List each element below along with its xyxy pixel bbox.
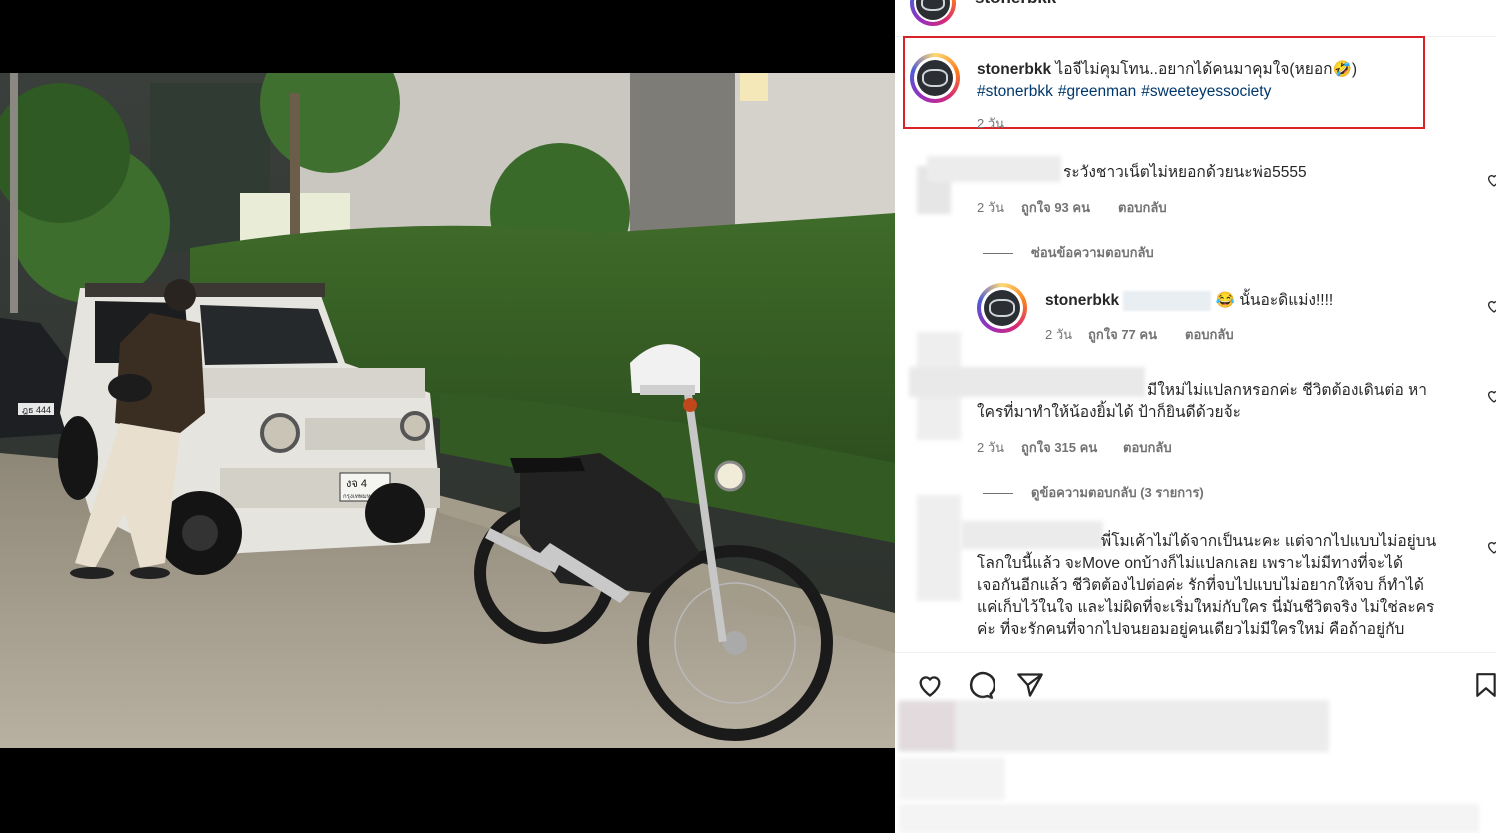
comment3-text: มีใหม่ไม่แปลกหรอกค่ะ ชีวิตต้องเดินต่อ หา… — [977, 380, 1457, 424]
comment3-time: 2 วัน — [977, 440, 1005, 455]
comment4-line1: พี่โมเค้าไม่ได้จากเป็นนะคะ แต่จากไปแบบไม… — [1101, 533, 1437, 550]
likes-avatar-blurred — [899, 702, 955, 750]
post-photo[interactable]: ฎธ 444 งจ 4 กรุงเทพมหานคร — [0, 73, 895, 748]
bookmark-icon[interactable] — [1473, 671, 1496, 699]
comment3-heart-icon[interactable] — [1486, 388, 1496, 404]
share-icon[interactable] — [1015, 671, 1045, 699]
reply-heart-icon[interactable] — [1486, 298, 1496, 314]
hashtag-sweeteyessociety[interactable]: #sweeteyessociety — [1141, 83, 1271, 100]
reply-avatar[interactable] — [977, 283, 1027, 333]
caption: stonerbkk ไอจีไม่คุมโทน..อยากได้คนมาคุมใ… — [977, 59, 1417, 103]
caption-username[interactable]: stonerbkk — [977, 61, 1051, 78]
add-comment-blurred — [899, 758, 1005, 800]
comment-icon[interactable] — [965, 671, 995, 701]
reply-text: 😂 นั้นอะดิแม่ง!!!! — [1215, 292, 1334, 309]
comment3-line1: มีใหม่ไม่แปลกหรอกค่ะ ชีวิตต้องเดินต่อ หา — [1147, 382, 1427, 399]
footer-blurred — [899, 804, 1479, 833]
comment4-line5: ค่ะ ที่จะรักคนที่จากไปจนยอมอยู่คนเดียวไม… — [977, 621, 1405, 638]
comment1-reply[interactable]: ตอบกลับ — [1118, 197, 1167, 218]
comment4-line3: เจอกันอีกแล้ว ชีวิตต้องไปต่อค่ะ รักที่จบ… — [977, 577, 1424, 594]
comment3-likes[interactable]: ถูกใจ 315 คน — [1021, 437, 1097, 458]
comment1-username-blurred — [927, 156, 1061, 182]
post-photo-pane: ฎธ 444 งจ 4 กรุงเทพมหานคร — [0, 0, 895, 833]
reply-likes[interactable]: ถูกใจ 77 คน — [1088, 324, 1157, 345]
caption-avatar[interactable] — [910, 53, 960, 103]
header-username[interactable]: stonerbkk — [975, 0, 1056, 8]
caption-time: 2 วัน — [977, 116, 1005, 131]
left-car-plate: ฎธ 444 — [22, 405, 51, 415]
action-bar-divider — [895, 652, 1496, 653]
hashtag-stonerbkk[interactable]: #stonerbkk — [977, 83, 1053, 100]
likes-summary-blurred — [899, 700, 1329, 752]
reply-reply[interactable]: ตอบกลับ — [1185, 324, 1234, 345]
comment1-text: ระวังชาวเน็ตไม่หยอกด้วยนะพ่อ5555 — [1063, 164, 1307, 181]
comment4-line2: โลกใบนี้แล้ว จะMove onบ้างก็ไม่แปลกเลย เ… — [977, 555, 1404, 572]
reply-time: 2 วัน — [1045, 327, 1073, 342]
comment3-view-replies[interactable]: ดูข้อความตอบกลับ (3 รายการ) — [983, 482, 1204, 503]
comments-panel: stonerbkk stonerbkk ไอจีไม่คุมโทน..อยากไ… — [895, 0, 1496, 833]
caption-hashtags: #stonerbkk #greenman #sweeteyessociety — [977, 83, 1276, 100]
comment4-heart-icon[interactable] — [1486, 539, 1496, 555]
comment1-likes[interactable]: ถูกใจ 93 คน — [1021, 197, 1090, 218]
comment4-avatar-blurred — [917, 495, 961, 601]
comment3-reply[interactable]: ตอบกลับ — [1123, 437, 1172, 458]
comment3-line2: ใครที่มาทำให้น้องยิ้มได้ ป้าก็ยินดีด้วยจ… — [977, 404, 1241, 421]
header-avatar[interactable] — [910, 0, 956, 26]
jeep-plate: งจ 4 — [346, 478, 367, 490]
reply-comment: stonerbkk 😂 นั้นอะดิแม่ง!!!! — [1045, 290, 1333, 312]
comment4-line4: แค่เก็บไว้ในใจ และไม่ผิดที่จะเริ่มใหม่กั… — [977, 599, 1435, 616]
comment1-hide-replies[interactable]: ซ่อนข้อความตอบกลับ — [983, 242, 1154, 263]
hashtag-greenman[interactable]: #greenman — [1058, 83, 1136, 100]
comment1-time: 2 วัน — [977, 200, 1005, 215]
comment4-text: พี่โมเค้าไม่ได้จากเป็นนะคะ แต่จากไปแบบไม… — [977, 531, 1477, 641]
caption-text: ไอจีไม่คุมโทน..อยากได้คนมาคุมใจ(หยอก🤣) — [1055, 61, 1358, 78]
heart-icon[interactable] — [915, 671, 945, 699]
comment1-heart-icon[interactable] — [1486, 172, 1496, 188]
reply-username[interactable]: stonerbkk — [1045, 292, 1119, 309]
reply-mention-blurred — [1123, 290, 1212, 311]
